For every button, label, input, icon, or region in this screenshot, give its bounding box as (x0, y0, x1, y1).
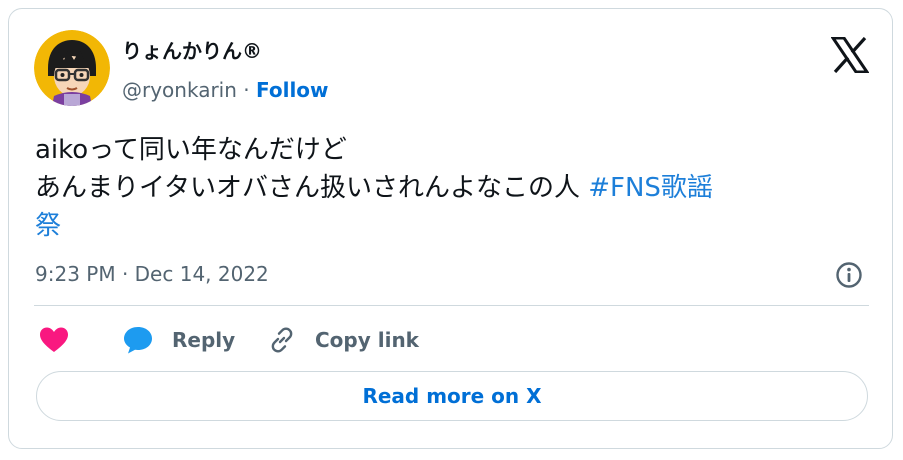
read-more-button[interactable]: Read more on X (36, 371, 868, 421)
tweet-card: りょんかりん® @ryonkarin · Follow aikoって同い年なんだ… (8, 8, 893, 449)
divider (34, 305, 869, 306)
author-handle-row: @ryonkarin · Follow (122, 77, 329, 103)
heart-icon (40, 327, 68, 352)
reply-label: Reply (172, 328, 236, 352)
tweet-line-1: aikoって同い年なんだけど (35, 135, 347, 165)
tweet-line-2-text: あんまりイタいオバさん扱いされんよなこの人 (35, 173, 589, 203)
tweet-text: aikoって同い年なんだけど あんまりイタいオバさん扱いされんよなこの人 #FN… (35, 131, 875, 245)
info-icon[interactable] (835, 261, 863, 289)
like-button[interactable] (39, 322, 69, 358)
tweet-line-2: あんまりイタいオバさん扱いされんよなこの人 #FNS歌謡 (35, 169, 875, 207)
avatar[interactable] (34, 30, 110, 106)
follow-link[interactable]: Follow (256, 78, 329, 102)
x-logo-icon[interactable] (830, 36, 870, 74)
tweet-timestamp[interactable]: 9:23 PM · Dec 14, 2022 (35, 261, 269, 287)
reply-button[interactable]: Reply (122, 322, 235, 358)
hashtag-link[interactable]: #FNS歌謡 (588, 173, 713, 203)
handle-separator: · (243, 78, 250, 102)
copy-link-button[interactable]: Copy link (267, 322, 419, 358)
tweet-line-3: 祭 (35, 207, 875, 245)
link-icon (271, 327, 293, 353)
author-handle[interactable]: @ryonkarin (122, 78, 237, 102)
speech-bubble-icon (124, 327, 152, 354)
author-display-name[interactable]: りょんかりん® (122, 39, 262, 63)
hashtag-link-continued[interactable]: 祭 (35, 211, 61, 241)
copy-link-label: Copy link (315, 328, 419, 352)
